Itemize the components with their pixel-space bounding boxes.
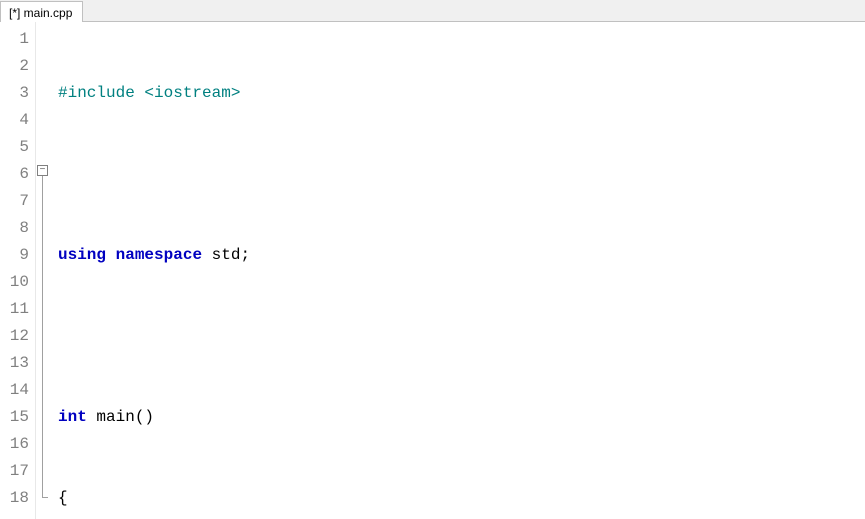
line-number: 13 [4, 350, 29, 377]
line-number: 5 [4, 134, 29, 161]
line-number-gutter: 1 2 3 4 5 6 7 8 9 10 11 12 13 14 15 16 1… [0, 22, 36, 519]
line-number: 14 [4, 377, 29, 404]
line-number: 8 [4, 215, 29, 242]
punct-token: ; [240, 246, 250, 264]
code-editor[interactable]: 1 2 3 4 5 6 7 8 9 10 11 12 13 14 15 16 1… [0, 22, 865, 519]
keyword-token: using [58, 246, 106, 264]
tab-bar: [*] main.cpp [0, 0, 865, 22]
code-area[interactable]: #include <iostream> using namespace std;… [50, 22, 865, 519]
line-number: 11 [4, 296, 29, 323]
line-number: 7 [4, 188, 29, 215]
preprocessor-token: #include <iostream> [58, 84, 240, 102]
code-line: int main() [58, 404, 865, 431]
identifier-token: std [202, 246, 240, 264]
code-line: { [58, 485, 865, 512]
fold-end-icon [42, 497, 48, 498]
code-line [58, 161, 865, 188]
line-number: 18 [4, 485, 29, 512]
fold-guide-line [42, 176, 43, 497]
code-line [58, 323, 865, 350]
line-number: 1 [4, 26, 29, 53]
identifier-token: main() [87, 408, 154, 426]
line-number: 17 [4, 458, 29, 485]
line-number: 10 [4, 269, 29, 296]
line-number: 4 [4, 107, 29, 134]
line-number: 16 [4, 431, 29, 458]
line-number: 2 [4, 53, 29, 80]
line-number: 12 [4, 323, 29, 350]
fold-toggle-icon[interactable]: − [37, 165, 48, 176]
line-number: 9 [4, 242, 29, 269]
line-number: 6 [4, 161, 29, 188]
code-line: using namespace std; [58, 242, 865, 269]
keyword-token: namespace [116, 246, 202, 264]
keyword-token: int [58, 408, 87, 426]
tab-title: [*] main.cpp [9, 6, 72, 20]
code-line: #include <iostream> [58, 80, 865, 107]
line-number: 15 [4, 404, 29, 431]
fold-column: − [36, 22, 50, 519]
file-tab[interactable]: [*] main.cpp [0, 1, 83, 22]
brace-token: { [58, 489, 68, 507]
line-number: 3 [4, 80, 29, 107]
